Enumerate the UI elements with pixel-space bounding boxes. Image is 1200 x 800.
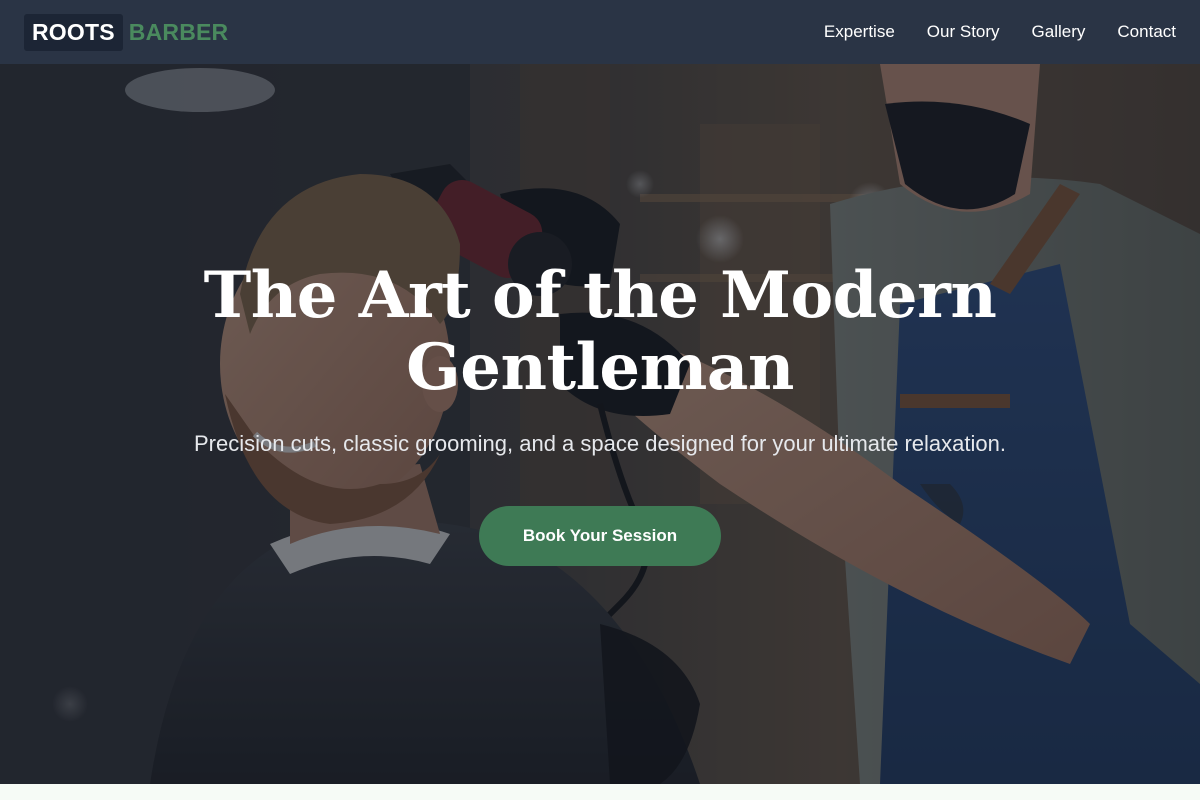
hero-title-line-2: Gentleman — [406, 330, 794, 405]
hero-subtitle: Precision cuts, classic grooming, and a … — [194, 431, 1006, 456]
hero-content: The Art of the Modern Gentleman Precisio… — [150, 260, 1050, 566]
hero-title: The Art of the Modern Gentleman — [150, 260, 1050, 404]
book-session-button[interactable]: Book Your Session — [479, 506, 721, 566]
nav-link-expertise[interactable]: Expertise — [824, 22, 895, 42]
top-navbar: ROOTS BARBER Expertise Our Story Gallery… — [0, 0, 1200, 64]
nav-link-contact[interactable]: Contact — [1117, 22, 1176, 42]
main-nav: Expertise Our Story Gallery Contact — [824, 22, 1176, 42]
logo-primary-text: ROOTS — [24, 13, 123, 51]
nav-link-our-story[interactable]: Our Story — [927, 22, 1000, 42]
brand-logo[interactable]: ROOTS BARBER — [24, 13, 229, 51]
hero-title-line-1: The Art of the Modern — [203, 258, 997, 333]
logo-accent-text: BARBER — [128, 18, 229, 45]
hero-section: The Art of the Modern Gentleman Precisio… — [0, 64, 1200, 784]
next-section-edge — [0, 784, 1200, 800]
nav-link-gallery[interactable]: Gallery — [1032, 22, 1086, 42]
